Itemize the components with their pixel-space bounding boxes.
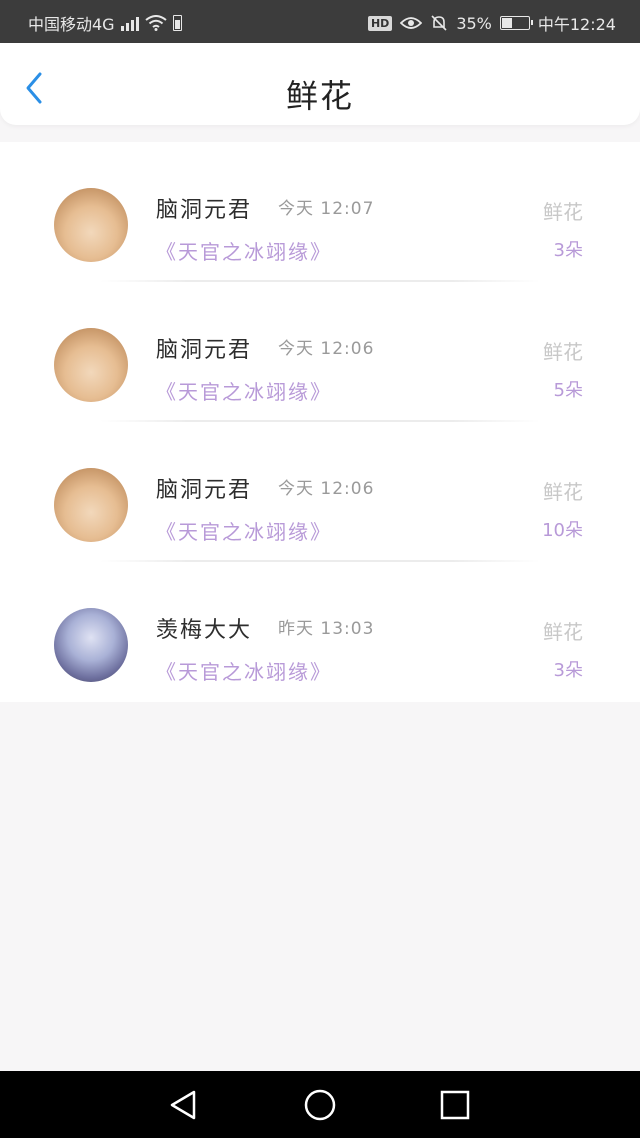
signal-icon xyxy=(120,15,139,31)
gift-label: 鲜花 xyxy=(543,200,583,224)
hd-badge: HD xyxy=(367,15,393,31)
avatar[interactable] xyxy=(54,188,128,262)
post-time: 今天 12:07 xyxy=(278,199,375,219)
battery-percent: 35% xyxy=(456,13,492,33)
clock: 中午12:24 xyxy=(537,15,616,34)
status-bar: 中国移动4G HD 35% 中午12:24 xyxy=(0,0,640,43)
square-recents-icon[interactable] xyxy=(437,1087,473,1123)
circle-home-icon[interactable] xyxy=(302,1087,338,1123)
eye-icon xyxy=(400,17,423,29)
gift-count: 10朵 xyxy=(542,520,583,541)
gift-label: 鲜花 xyxy=(543,620,583,644)
page-title: 鲜花 xyxy=(285,77,354,115)
user-name: 脑洞元君 xyxy=(156,198,253,223)
wifi-icon xyxy=(144,15,167,31)
book-title[interactable]: 《天官之冰翊缘》 xyxy=(156,656,332,685)
carrier-label: 中国移动4G xyxy=(28,15,115,34)
gift-label: 鲜花 xyxy=(543,480,583,504)
status-right: HD 35% 中午12:24 xyxy=(367,11,616,35)
user-name: 脑洞元君 xyxy=(156,338,253,363)
book-title[interactable]: 《天官之冰翊缘》 xyxy=(156,376,332,405)
list-item[interactable]: 脑洞元君 今天 12:06 《天官之冰翊缘》 鲜花 10朵 xyxy=(0,422,640,562)
list-item[interactable]: 脑洞元君 今天 12:07 《天官之冰翊缘》 鲜花 3朵 xyxy=(0,142,640,282)
battery-icon xyxy=(499,16,533,30)
triangle-back-icon[interactable] xyxy=(166,1087,202,1123)
post-time: 今天 12:06 xyxy=(278,339,375,359)
avatar[interactable] xyxy=(54,468,128,542)
user-name: 脑洞元君 xyxy=(156,478,253,503)
sim-battery-icon xyxy=(172,15,182,31)
avatar[interactable] xyxy=(54,608,128,682)
list-item[interactable]: 脑洞元君 今天 12:06 《天官之冰翊缘》 鲜花 5朵 xyxy=(0,282,640,422)
book-title[interactable]: 《天官之冰翊缘》 xyxy=(156,236,332,265)
status-left: 中国移动4G xyxy=(28,11,182,35)
gift-count: 3朵 xyxy=(553,660,583,681)
list-item[interactable]: 羡梅大大 昨天 13:03 《天官之冰翊缘》 鲜花 3朵 xyxy=(0,562,640,702)
post-time: 昨天 13:03 xyxy=(278,619,375,639)
post-time: 今天 12:06 xyxy=(278,479,375,499)
avatar[interactable] xyxy=(54,328,128,402)
app-header: 鲜花 xyxy=(0,43,640,125)
user-name: 羡梅大大 xyxy=(156,618,253,643)
gift-count: 5朵 xyxy=(553,380,583,401)
system-nav-bar xyxy=(0,1071,640,1138)
gift-label: 鲜花 xyxy=(543,340,583,364)
flower-record-list: 脑洞元君 今天 12:07 《天官之冰翊缘》 鲜花 3朵 脑洞元君 今天 12:… xyxy=(0,142,640,702)
gift-count: 3朵 xyxy=(553,240,583,261)
book-title[interactable]: 《天官之冰翊缘》 xyxy=(156,516,332,545)
mute-bell-icon xyxy=(431,15,447,31)
